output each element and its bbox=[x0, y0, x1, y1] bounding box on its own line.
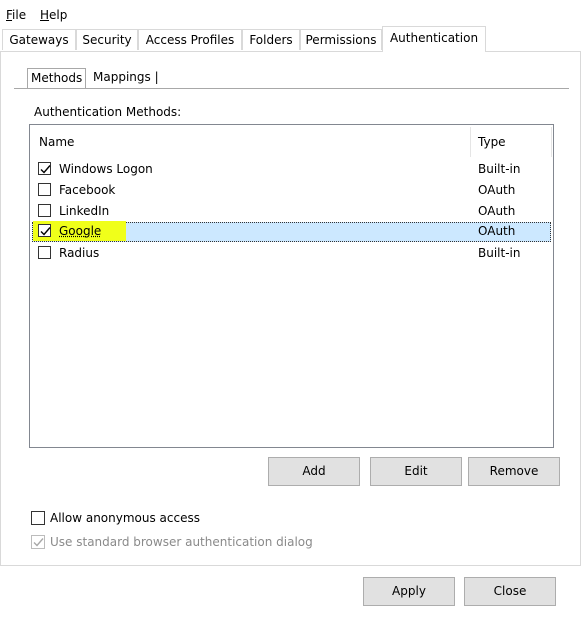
column-divider[interactable] bbox=[470, 127, 471, 157]
checkmark-icon bbox=[40, 227, 51, 236]
checkbox-radius[interactable] bbox=[38, 246, 51, 259]
standard-browser-checkbox[interactable] bbox=[31, 535, 45, 549]
row-type: OAuth bbox=[478, 224, 516, 238]
allow-anonymous-checkbox[interactable] bbox=[31, 511, 45, 525]
list-item-windows-logon[interactable]: Windows Logon Built-in bbox=[32, 159, 551, 179]
tab-gateways[interactable]: Gateways bbox=[2, 29, 76, 50]
edit-button[interactable]: Edit bbox=[370, 457, 462, 486]
authentication-methods-list[interactable]: Name Type Windows Logon Built-in Faceboo… bbox=[29, 124, 554, 448]
subtab-divider bbox=[14, 88, 569, 89]
row-name: Windows Logon bbox=[59, 162, 153, 176]
allow-anonymous-label: Allow anonymous access bbox=[50, 511, 200, 525]
row-name: Google bbox=[59, 224, 102, 238]
list-item-google[interactable]: Google OAuth bbox=[32, 221, 551, 242]
column-divider[interactable] bbox=[551, 127, 552, 157]
subtab-mappings[interactable]: Mappings | bbox=[93, 68, 159, 88]
close-button[interactable]: Close bbox=[464, 577, 556, 606]
tab-access-profiles[interactable]: Access Profiles bbox=[138, 29, 242, 50]
row-type: Built-in bbox=[478, 246, 521, 260]
menu-help-rest: elp bbox=[49, 8, 68, 22]
row-name: Facebook bbox=[59, 183, 116, 197]
list-item-linkedin[interactable]: LinkedIn OAuth bbox=[32, 201, 551, 221]
column-header-name[interactable]: Name bbox=[39, 135, 74, 149]
checkmark-icon bbox=[33, 538, 44, 547]
checkbox-linkedin[interactable] bbox=[38, 204, 51, 217]
subtab-mappings-label: Mappings bbox=[93, 70, 151, 84]
remove-button[interactable]: Remove bbox=[468, 457, 560, 486]
checkmark-icon bbox=[40, 165, 51, 174]
menu-help[interactable]: Help bbox=[40, 8, 67, 22]
menu-file-rest: ile bbox=[12, 8, 27, 22]
tab-security[interactable]: Security bbox=[76, 29, 138, 50]
close-button-label: Close bbox=[493, 584, 527, 598]
row-name: LinkedIn bbox=[59, 204, 110, 218]
tab-authentication[interactable]: Authentication bbox=[382, 26, 486, 52]
apply-button-label: Apply bbox=[392, 584, 426, 598]
subtab-methods[interactable]: Methods bbox=[27, 68, 87, 88]
standard-browser-label: Use standard browser authentication dial… bbox=[50, 535, 313, 549]
column-header-type[interactable]: Type bbox=[478, 135, 506, 149]
methods-section-label: Authentication Methods: bbox=[34, 105, 182, 119]
row-type: Built-in bbox=[478, 162, 521, 176]
tab-strip: Gateways Security Access Profiles Folder… bbox=[0, 26, 583, 52]
row-name: Radius bbox=[59, 246, 100, 260]
row-type: OAuth bbox=[478, 183, 516, 197]
subtab-methods-label: Methods bbox=[31, 71, 83, 85]
checkbox-facebook[interactable] bbox=[38, 183, 51, 196]
checkbox-google[interactable] bbox=[38, 224, 51, 237]
checkbox-windows-logon[interactable] bbox=[38, 162, 51, 175]
list-item-radius[interactable]: Radius Built-in bbox=[32, 243, 551, 263]
list-item-facebook[interactable]: Facebook OAuth bbox=[32, 180, 551, 200]
tab-permissions[interactable]: Permissions bbox=[300, 29, 382, 50]
menu-bar: File Help bbox=[0, 0, 583, 26]
row-type: OAuth bbox=[478, 204, 516, 218]
menu-file[interactable]: File bbox=[6, 8, 26, 22]
tab-folders[interactable]: Folders bbox=[242, 29, 300, 50]
add-button[interactable]: Add bbox=[268, 457, 360, 486]
apply-button[interactable]: Apply bbox=[363, 577, 455, 606]
